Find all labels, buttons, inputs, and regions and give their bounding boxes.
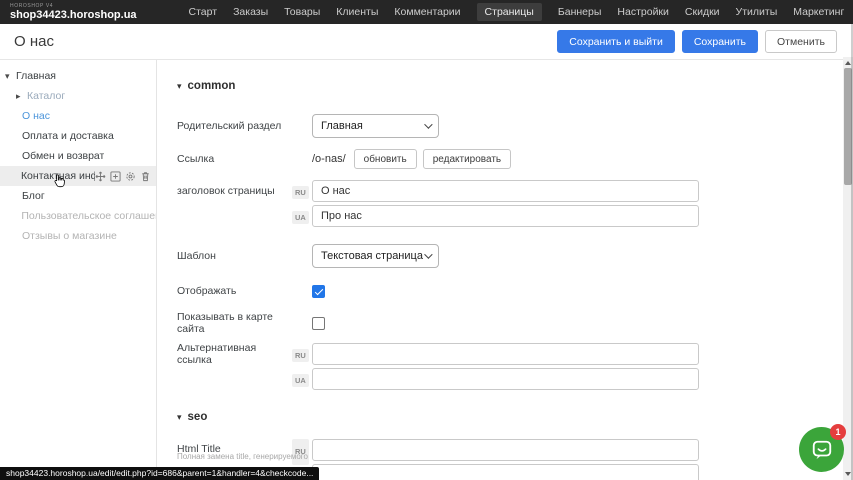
menu-item[interactable]: Старт [189, 3, 218, 21]
link-value: /o-nas/ [312, 153, 346, 165]
page-title-ru-input[interactable] [312, 180, 699, 202]
sidebar-item[interactable]: Обмен и возврат [0, 146, 156, 166]
chevron-down-icon [424, 120, 432, 128]
alt-link-ua-input[interactable] [312, 368, 699, 390]
parent-section-value: Главная [321, 120, 363, 132]
row-alt-link-ua: UA [177, 368, 843, 390]
row-parent-section: Родительский раздел Главная [177, 114, 843, 138]
link-edit-button[interactable]: редактировать [423, 149, 511, 169]
save-and-exit-button[interactable]: Сохранить и выйти [557, 30, 675, 53]
menu-item[interactable]: Клиенты [336, 3, 378, 21]
row-page-title-ua: UA [177, 205, 843, 227]
sidebar-item[interactable]: ▸Каталог [0, 86, 156, 106]
sidebar-item[interactable]: Пользовательское соглашение [0, 206, 156, 226]
topbar-menu: Старт Заказы Товары Клиенты Комментарии Стран… [189, 3, 853, 21]
sidebar-item-label: Каталог [27, 90, 65, 102]
link-label: Ссылка [177, 153, 292, 165]
sidebar-item[interactable]: Контактная инфор [0, 166, 156, 186]
sidebar-item[interactable]: ▾Главная [0, 66, 156, 86]
menu-item[interactable]: Комментарии [394, 3, 460, 21]
chat-badge: 1 [830, 424, 846, 440]
chat-widget-button[interactable]: 1 [799, 427, 844, 472]
sidebar-item[interactable]: Отзывы о магазине [0, 226, 156, 246]
section-seo[interactable]: ▾ seo [177, 411, 843, 423]
row-display: Отображать [177, 282, 843, 300]
page-title: О нас [14, 33, 54, 50]
pages-tree-sidebar: ▾Главная▸КаталогО насОплата и доставкаОб… [0, 60, 157, 480]
menu-item[interactable]: Заказы [233, 3, 268, 21]
sitemap-label: Показывать в карте сайта [177, 311, 292, 335]
sidebar-item[interactable]: Оплата и доставка [0, 126, 156, 146]
row-html-title-ru: Html Title Полная замена title, генериру… [177, 439, 843, 461]
menu-item[interactable]: Маркетинг [793, 3, 844, 21]
sidebar-item-label: Главная [16, 70, 56, 82]
template-value: Текстовая страница [321, 250, 423, 262]
menu-item[interactable]: Настройки [617, 3, 669, 21]
lang-badge-ru: RU [292, 186, 309, 199]
sidebar-item-label: Контактная инфор [21, 170, 95, 182]
sidebar-item-label: Отзывы о магазине [22, 230, 117, 242]
cancel-button[interactable]: Отменить [765, 30, 837, 53]
main-area: ▾Главная▸КаталогО насОплата и доставкаОб… [0, 60, 843, 480]
settings-icon[interactable] [125, 171, 136, 182]
chevron-down-icon [424, 250, 432, 258]
chevron-down-icon[interactable]: ▾ [177, 412, 182, 423]
save-button[interactable]: Сохранить [682, 30, 758, 53]
page-header: О нас Сохранить и выйти Сохранить Отмени… [0, 24, 853, 60]
section-title: common [188, 80, 236, 92]
html-title-ua-input[interactable] [312, 464, 699, 480]
menu-item[interactable]: Баннеры [558, 3, 602, 21]
lang-badge-ru: RU [292, 349, 309, 362]
chat-bubble-icon [811, 439, 833, 461]
row-page-title-ru: заголовок страницы RU [177, 180, 843, 202]
brand-version: HOROSHOP V4 [10, 4, 137, 9]
sidebar-item[interactable]: Блог [0, 186, 156, 206]
delete-icon[interactable] [140, 171, 151, 182]
sitemap-checkbox[interactable] [312, 317, 325, 330]
sidebar-tree: ▾Главная▸КаталогО насОплата и доставкаОб… [0, 66, 156, 246]
tree-row-actions [95, 171, 156, 182]
row-sitemap: Показывать в карте сайта [177, 314, 843, 332]
section-common[interactable]: ▾ common [177, 80, 843, 92]
brand-domain: shop34423.horoshop.ua [10, 10, 137, 21]
page-title-label: заголовок страницы [177, 185, 292, 197]
display-checkbox[interactable] [312, 285, 325, 298]
template-select[interactable]: Текстовая страница [312, 244, 439, 268]
alt-link-ru-input[interactable] [312, 343, 699, 365]
html-title-hint: Полная замена title, генерируемого [177, 452, 308, 461]
menu-item[interactable]: Страницы [477, 3, 542, 21]
menu-item[interactable]: Скидки [685, 3, 720, 21]
row-template: Шаблон Текстовая страница [177, 244, 843, 268]
section-title: seo [188, 411, 208, 423]
link-update-button[interactable]: обновить [354, 149, 417, 169]
parent-section-select[interactable]: Главная [312, 114, 439, 138]
topbar: HOROSHOP V4 shop34423.horoshop.ua Старт З… [0, 0, 853, 24]
page-title-ua-input[interactable] [312, 205, 699, 227]
status-url: shop34423.horoshop.ua/edit/edit.php?id=6… [0, 467, 319, 480]
chevron-down-icon[interactable]: ▾ [177, 81, 182, 92]
sidebar-item-label: Пользовательское соглашение [21, 210, 156, 222]
sidebar-item[interactable]: О нас [0, 106, 156, 126]
row-link: Ссылка /o-nas/ обновить редактировать [177, 148, 843, 170]
display-label: Отображать [177, 285, 292, 297]
chevron-right-icon[interactable]: ▸ [16, 91, 27, 102]
sidebar-item-label: Обмен и возврат [22, 150, 104, 162]
template-label: Шаблон [177, 250, 292, 262]
brand-logo[interactable]: HOROSHOP V4 shop34423.horoshop.ua [10, 4, 137, 21]
edit-form: ▾ common Родительский раздел Главная Ссы… [157, 60, 843, 480]
chevron-down-icon[interactable]: ▾ [5, 71, 16, 82]
menu-item[interactable]: Утилиты [736, 3, 778, 21]
menu-item[interactable]: Товары [284, 3, 320, 21]
sidebar-item-label: О нас [22, 110, 50, 122]
lang-badge-ua: UA [292, 211, 309, 224]
parent-section-label: Родительский раздел [177, 120, 292, 132]
row-alt-link-ru: Альтернативная ссылка RU [177, 343, 843, 365]
move-icon[interactable] [95, 171, 106, 182]
add-page-icon[interactable] [110, 171, 121, 182]
sidebar-item-label: Оплата и доставка [22, 130, 114, 142]
html-title-ru-input[interactable] [312, 439, 699, 461]
sidebar-item-label: Блог [22, 190, 45, 202]
alt-link-label: Альтернативная ссылка [177, 342, 292, 366]
lang-badge-ua: UA [292, 374, 309, 387]
